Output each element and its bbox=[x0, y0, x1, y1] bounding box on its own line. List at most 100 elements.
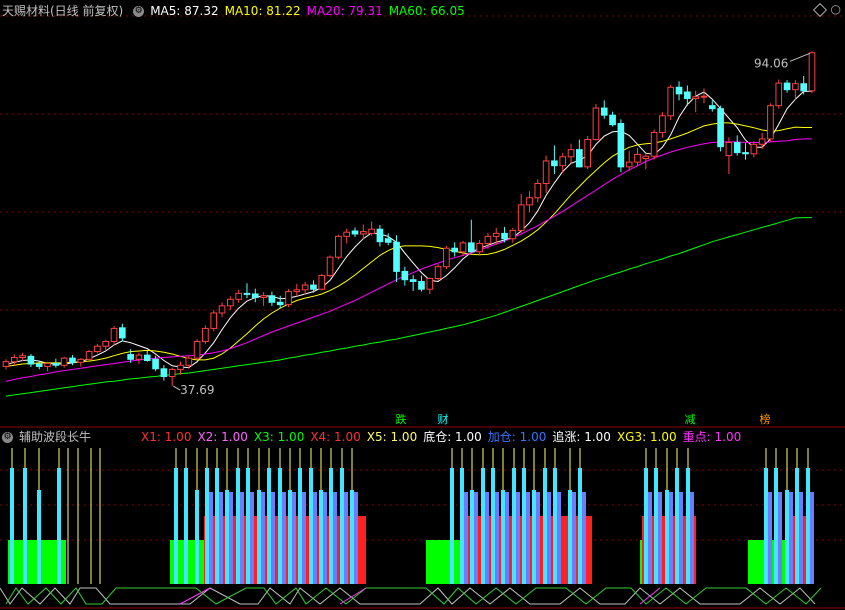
candle bbox=[476, 239, 483, 256]
sub-cyan-bar bbox=[57, 468, 61, 584]
sub-panel-header: ⚙ 辅助波段长牛 X1: 1.00 X2: 1.00 X3: 1.00 X4: 1.00 X… bbox=[2, 428, 753, 446]
candle-body bbox=[467, 242, 475, 253]
candle-body bbox=[318, 275, 326, 290]
candle bbox=[783, 80, 791, 93]
sub-cyan-bar bbox=[764, 468, 768, 584]
candle bbox=[293, 283, 301, 297]
sub-cyan-bar bbox=[644, 468, 648, 584]
candle bbox=[692, 90, 699, 113]
main-panel-title: 天赐材料(日线 前复权) bbox=[2, 4, 124, 18]
ma-line-MA5 bbox=[5, 90, 813, 369]
candle-body bbox=[476, 242, 483, 253]
candle bbox=[426, 277, 434, 294]
candle-body bbox=[193, 340, 201, 359]
candle bbox=[551, 145, 558, 174]
candle-body bbox=[492, 232, 500, 237]
sub-blue-bar bbox=[229, 492, 233, 584]
candle bbox=[177, 361, 184, 375]
sub-cyan-bar bbox=[654, 468, 658, 584]
candle bbox=[634, 147, 641, 167]
candle bbox=[260, 292, 267, 306]
settings-gear-icon[interactable]: ⚙ bbox=[133, 6, 145, 17]
signal-tag-1: 财 bbox=[437, 413, 449, 426]
candle-body bbox=[534, 182, 542, 199]
sub-blue-bar bbox=[250, 492, 254, 584]
candle bbox=[609, 111, 616, 127]
sub-cyan-bar bbox=[460, 468, 464, 584]
sub-cyan-bar bbox=[340, 468, 344, 584]
sub-settings-gear-icon[interactable]: ⚙ bbox=[2, 432, 13, 443]
chart-canvas: 94.06 37.69 bbox=[0, 15, 845, 609]
candle-body bbox=[343, 231, 351, 237]
candle-body bbox=[517, 204, 525, 231]
candle-body bbox=[401, 270, 409, 281]
candle bbox=[667, 84, 675, 120]
candle bbox=[268, 291, 276, 306]
candle-body bbox=[202, 327, 209, 342]
sub-cyan-bar bbox=[309, 468, 313, 584]
candle-body bbox=[384, 238, 392, 243]
candle-body bbox=[10, 357, 18, 363]
candle bbox=[617, 119, 625, 173]
candle bbox=[227, 296, 234, 310]
sub-cyan-bar bbox=[501, 490, 505, 584]
candle-body bbox=[110, 327, 118, 342]
high-price-pointer bbox=[789, 52, 811, 62]
sub-indicator-7: 追涨: 1.00 bbox=[552, 430, 611, 444]
high-price-label: 94.06 bbox=[754, 56, 788, 70]
sub-blue-bar bbox=[485, 492, 489, 584]
candle-body bbox=[733, 142, 741, 154]
candle bbox=[168, 367, 176, 387]
sub-zigzag-white bbox=[0, 587, 816, 605]
candle bbox=[119, 323, 126, 342]
sub-cyan-bar bbox=[785, 490, 789, 584]
close-icon[interactable]: ○ bbox=[831, 2, 841, 16]
candle bbox=[2, 359, 10, 370]
candle-body bbox=[659, 115, 666, 133]
candle bbox=[85, 349, 93, 361]
candle bbox=[750, 141, 758, 158]
sub-blue-bar bbox=[302, 492, 306, 584]
sub-cyan-bar bbox=[512, 468, 516, 584]
candle-body bbox=[27, 355, 35, 365]
candle-body bbox=[667, 86, 675, 117]
sub-cyan-bar bbox=[795, 468, 799, 584]
sub-blue-bar bbox=[209, 492, 213, 584]
sub-cyan-bar bbox=[298, 468, 302, 584]
sub-cyan-bar bbox=[267, 468, 271, 584]
candle-body bbox=[326, 256, 334, 277]
candle-body bbox=[650, 131, 658, 157]
sub-cyan-bar bbox=[470, 490, 474, 584]
sub-blue-bar bbox=[495, 492, 499, 584]
sub-zigzag-magenta bbox=[179, 587, 661, 605]
candle bbox=[717, 105, 724, 152]
candle-body bbox=[102, 340, 110, 347]
sub-blue-bar bbox=[240, 492, 244, 584]
candle-body bbox=[459, 242, 467, 253]
sub-indicator-6: 加仓: 1.00 bbox=[487, 430, 547, 444]
candle bbox=[143, 350, 151, 362]
sub-blue-bar bbox=[516, 492, 520, 584]
candle-body bbox=[19, 355, 26, 359]
candle-body bbox=[268, 295, 276, 303]
candle-body bbox=[185, 357, 193, 366]
candle-body bbox=[725, 142, 733, 157]
ma-line-MA10 bbox=[5, 122, 812, 367]
candle-body bbox=[542, 160, 550, 184]
sub-cyan-bar bbox=[553, 468, 557, 584]
candle bbox=[584, 135, 591, 170]
candle-body bbox=[609, 114, 616, 126]
candle bbox=[650, 129, 658, 160]
sub-blue-bar bbox=[505, 492, 509, 584]
candle bbox=[742, 143, 749, 160]
candle bbox=[368, 221, 375, 236]
candle bbox=[301, 282, 309, 295]
candle-body bbox=[35, 363, 43, 367]
candle-body bbox=[276, 301, 284, 306]
candle-body bbox=[335, 235, 342, 258]
candle bbox=[218, 302, 226, 318]
candle-body bbox=[94, 345, 101, 353]
candle-body bbox=[634, 153, 641, 163]
sub-cyan-bar bbox=[23, 468, 27, 584]
sub-cyan-bar bbox=[278, 468, 282, 584]
